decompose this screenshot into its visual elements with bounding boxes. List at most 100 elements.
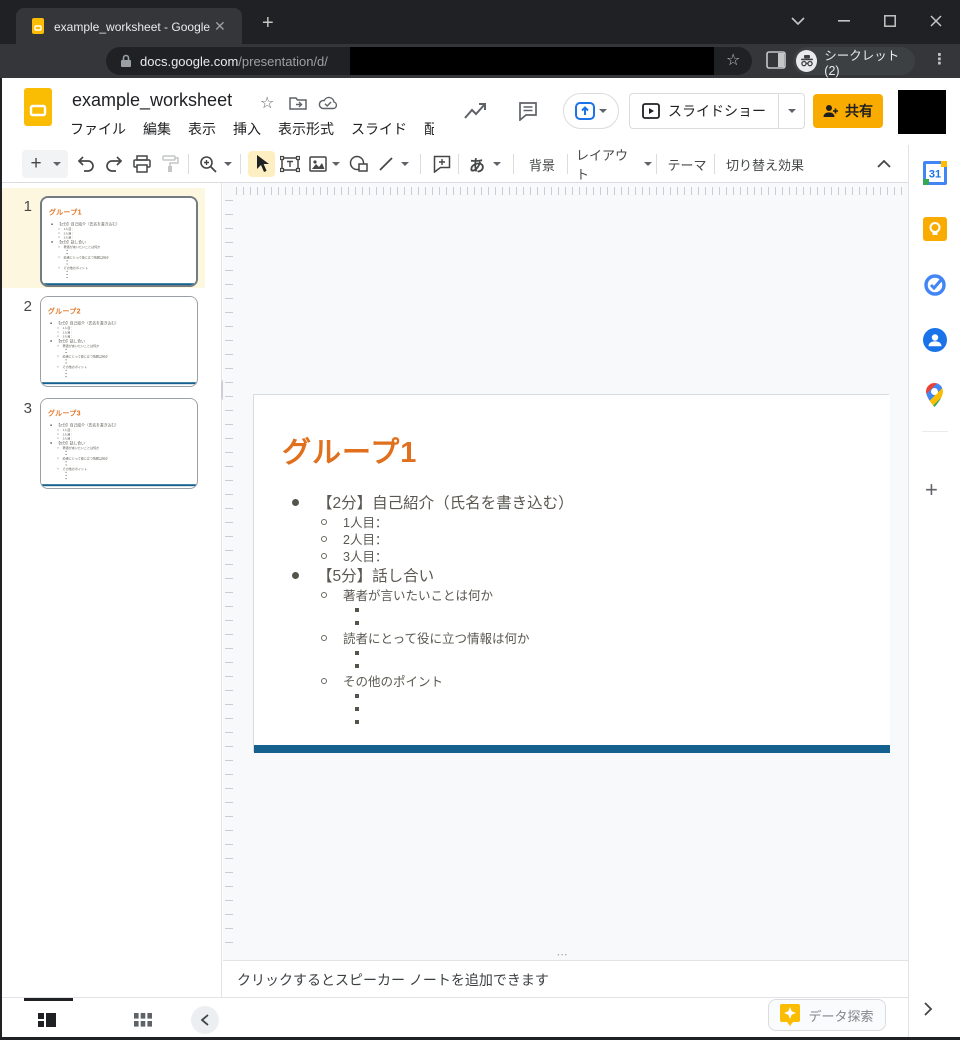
bullet-item-level-2: 3人目： [254, 547, 880, 564]
browser-tab[interactable]: example_worksheet - Google スラ ✕ [16, 8, 242, 44]
tab-close-icon[interactable]: ✕ [214, 18, 226, 35]
menu-edit[interactable]: 編集 [143, 121, 171, 137]
bullet-marker [66, 461, 67, 462]
slideshow-button[interactable]: スライドショー [629, 93, 805, 129]
bullet-marker [67, 271, 68, 272]
bullet-marker [50, 322, 52, 324]
new-slide-caret-icon[interactable] [50, 145, 64, 183]
bullet-marker [57, 345, 58, 346]
lock-icon [120, 54, 132, 68]
slide-thumbnail-1[interactable]: グループ1 【2分】自己紹介（氏名を書き込む）1人目：2人目：3人目：【5分】話し… [40, 196, 198, 287]
speaker-notes[interactable]: クリックするとスピーカー ノートを追加できます [223, 960, 908, 997]
document-title[interactable]: example_worksheet [72, 90, 232, 111]
present-button[interactable] [563, 93, 619, 129]
slide-title[interactable]: グループ1 [49, 206, 82, 216]
keep-icon[interactable] [923, 217, 947, 241]
text-options-button[interactable]: あ [466, 145, 488, 183]
undo-icon[interactable] [74, 145, 98, 183]
maps-icon[interactable] [926, 383, 950, 407]
background-button[interactable]: 背景 [522, 145, 562, 183]
menu-format[interactable]: 表示形式 [278, 121, 334, 137]
window-chevron-icon[interactable] [783, 6, 813, 36]
slide-body[interactable]: 【2分】自己紹介（氏名を書き込む）1人目：2人目：3人目：【5分】話し合い著者が… [42, 221, 194, 279]
browser-menu-icon[interactable]: ⋮ [932, 50, 947, 68]
slide-body[interactable]: 【2分】自己紹介（氏名を書き込む）1人目：2人目：3人目：【5分】話し合い著者が… [41, 422, 193, 480]
line-tool-icon[interactable] [374, 145, 398, 183]
bullet-marker [51, 241, 53, 243]
move-folder-icon[interactable] [289, 96, 307, 110]
comments-icon[interactable] [518, 101, 538, 121]
slide-title[interactable]: グループ2 [48, 305, 81, 315]
select-tool-icon[interactable] [250, 145, 274, 183]
slides-favicon [30, 18, 46, 34]
bullet-marker [51, 223, 53, 225]
menu-view[interactable]: 表示 [188, 121, 216, 137]
insert-image-icon[interactable] [306, 145, 330, 183]
slide-thumbnail-2[interactable]: グループ2 【2分】自己紹介（氏名を書き込む）1人目：2人目：3人目：【5分】話し… [40, 296, 198, 387]
bullet-item-level-1: 【5分】話し合い [254, 564, 880, 586]
filmstrip-scrollbar-thumb[interactable] [24, 998, 73, 1001]
paint-format-icon[interactable] [158, 145, 182, 183]
image-caret-icon[interactable] [329, 145, 343, 183]
slide-title[interactable]: グループ3 [48, 407, 81, 417]
layout-button[interactable]: レイアウト [576, 145, 652, 183]
theme-button[interactable]: テーマ [664, 145, 710, 183]
text-box-icon[interactable] [278, 145, 302, 183]
window-maximize-icon[interactable] [875, 6, 905, 36]
zoom-icon[interactable] [196, 145, 220, 183]
new-slide-button[interactable]: + [26, 145, 46, 183]
bullet-marker [57, 437, 58, 438]
calendar-icon[interactable]: 31 [923, 161, 947, 185]
slide-title[interactable]: グループ1 [282, 429, 417, 471]
explore-button[interactable]: データ探索 [768, 999, 886, 1031]
menu-arrange[interactable]: 配置 [424, 121, 434, 137]
filmstrip-view-icon[interactable] [33, 1006, 61, 1034]
bullet-text: 読者にとって役に立つ情報は何か [63, 456, 108, 461]
new-tab-button[interactable]: + [262, 16, 274, 30]
window-close-icon[interactable] [921, 6, 951, 36]
slide-body[interactable]: 【2分】自己紹介（氏名を書き込む）1人目：2人目：3人目：【5分】話し合い著者が… [41, 320, 193, 378]
bullet-item-level-3 [254, 702, 880, 715]
expand-panel-icon[interactable] [923, 1002, 933, 1021]
line-caret-icon[interactable] [398, 145, 412, 183]
activity-icon[interactable] [464, 102, 488, 120]
share-button[interactable]: 共有 [813, 94, 883, 128]
hide-menus-icon[interactable] [872, 145, 896, 183]
slides-logo-icon[interactable] [24, 88, 52, 126]
window-minimize-icon[interactable] [829, 6, 859, 36]
zoom-caret-icon[interactable] [221, 145, 235, 183]
menu-insert[interactable]: 挿入 [233, 121, 261, 137]
grid-view-icon[interactable] [129, 1006, 157, 1034]
slide-body[interactable]: 【2分】自己紹介（氏名を書き込む）1人目：2人目：3人目：【5分】話し合い著者が… [254, 491, 880, 728]
slide-accent-bar [254, 745, 890, 753]
bullet-marker [58, 228, 59, 229]
text-options-caret-icon[interactable] [490, 145, 504, 183]
bullet-marker [321, 678, 327, 684]
slideshow-dropdown[interactable] [778, 94, 804, 128]
redo-icon[interactable] [102, 145, 126, 183]
bullet-item-level-3 [41, 375, 193, 378]
contacts-icon[interactable] [923, 328, 947, 352]
collapse-filmstrip-icon[interactable] [191, 1006, 219, 1034]
bullet-marker [66, 349, 67, 350]
bullet-marker [57, 331, 58, 332]
tasks-icon[interactable] [923, 273, 947, 297]
bullet-text: その他のポイント [64, 265, 88, 270]
side-panel-icon[interactable] [766, 51, 786, 69]
sidebar-divider [922, 431, 948, 432]
menu-file[interactable]: ファイル [70, 121, 126, 137]
menu-slide[interactable]: スライド [351, 121, 407, 137]
star-icon[interactable]: ☆ [260, 93, 274, 113]
bullet-marker [66, 370, 67, 371]
add-addon-button[interactable]: + [925, 477, 938, 503]
print-icon[interactable] [130, 145, 154, 183]
slide-editor[interactable]: グループ1 【2分】自己紹介（氏名を書き込む）1人目：2人目：3人目：【5分】話し… [253, 394, 889, 752]
incognito-badge[interactable]: シークレット (2) [793, 47, 915, 75]
slide-thumbnail-3[interactable]: グループ3 【2分】自己紹介（氏名を書き込む）1人目：2人目：3人目：【5分】話し… [40, 398, 198, 489]
transition-button[interactable]: 切り替え効果 [722, 145, 808, 183]
bookmark-star-icon[interactable]: ☆ [726, 50, 740, 70]
cloud-status-icon[interactable] [318, 96, 338, 110]
shapes-icon[interactable] [347, 145, 371, 183]
insert-comment-icon[interactable] [430, 145, 454, 183]
avatar[interactable] [898, 90, 946, 134]
